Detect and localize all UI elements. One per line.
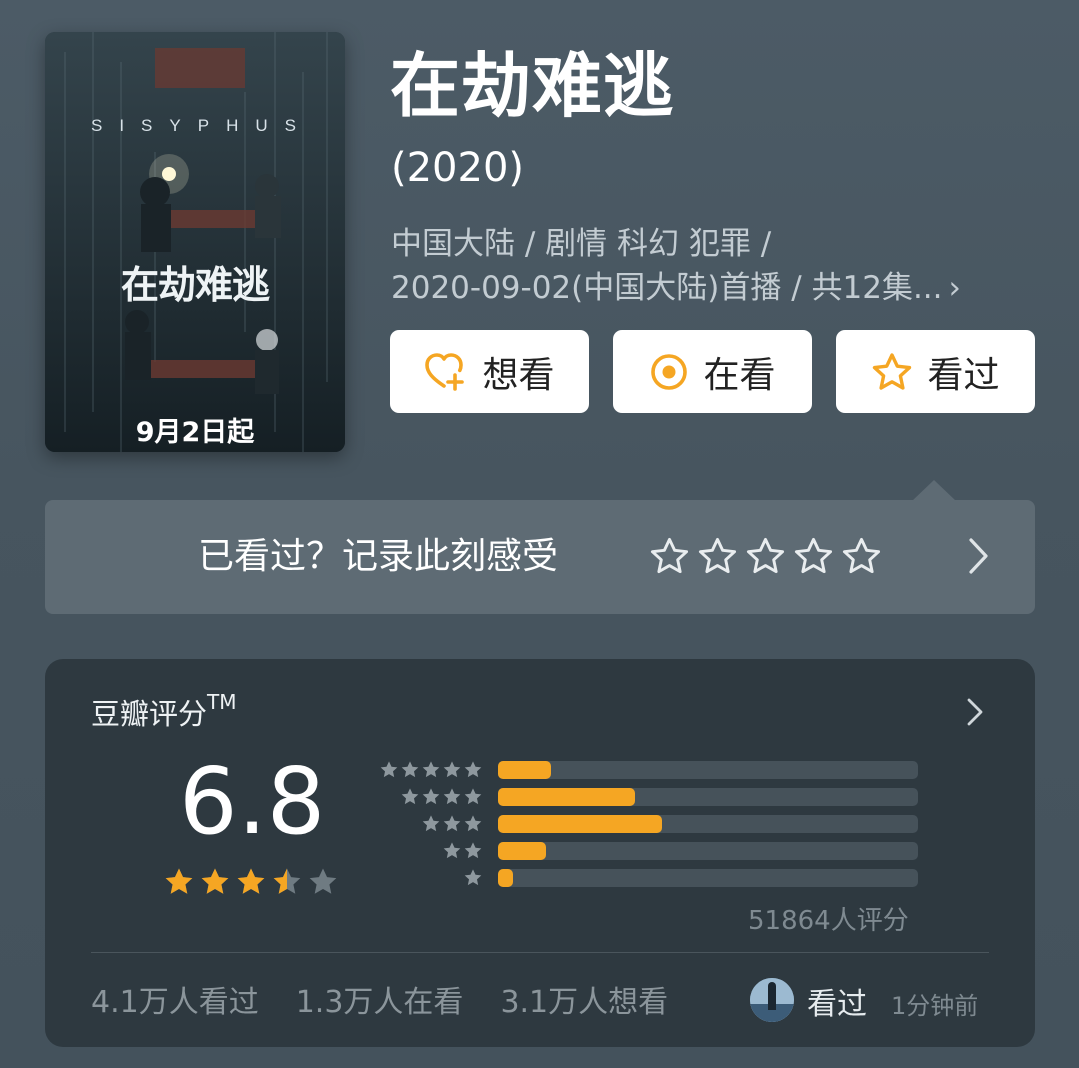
meta-info[interactable]: 中国大陆 / 剧情 科幻 犯罪 / 2020-09-02(中国大陆)首播 / 共… <box>391 222 1041 310</box>
star-small-icon <box>422 788 440 805</box>
distribution-track <box>498 869 918 887</box>
meta-line-release: 2020-09-02(中国大陆)首播 / 共12集... <box>391 270 943 306</box>
star-empty-icon <box>309 868 337 894</box>
star-filled-icon <box>201 868 229 894</box>
star-small-icon <box>443 761 461 778</box>
poster-date-caption: 9月2日起 <box>135 417 255 448</box>
page-title: 在劫难逃 <box>390 45 674 127</box>
poster-image[interactable]: SISYPHUS 在劫难逃 9月2日起 <box>45 32 345 452</box>
rating-card-title: 豆瓣评分TM <box>91 690 237 733</box>
want-to-watch-button[interactable]: 想看 <box>390 330 589 413</box>
star-small-icon <box>401 788 419 805</box>
distribution-bar <box>498 815 662 833</box>
record-caret <box>912 480 956 501</box>
star-small-icon <box>464 869 482 886</box>
poster-chinese-title: 在劫难逃 <box>120 263 270 307</box>
star-small-icon <box>464 842 482 859</box>
chevron-right-icon[interactable] <box>965 536 991 576</box>
rating-count: 51864人评分 <box>748 906 909 936</box>
heart-plus-icon <box>425 352 465 391</box>
distribution-bar <box>498 869 513 887</box>
star-small-icon <box>443 815 461 832</box>
watched-count: 4.1万人看过 <box>91 985 259 1020</box>
star-outline-icon[interactable] <box>841 536 882 576</box>
distribution-bar <box>498 788 635 806</box>
want-to-watch-label: 想看 <box>482 354 555 396</box>
star-half-icon <box>273 868 301 894</box>
star-outline-icon[interactable] <box>697 536 738 576</box>
poster-artwork <box>45 32 345 452</box>
meta-line-genre: 中国大陆 / 剧情 科幻 犯罪 / <box>391 226 772 262</box>
distribution-bar <box>498 842 546 860</box>
star-small-icon <box>422 761 440 778</box>
trademark-mark: TM <box>207 690 237 715</box>
rating-score: 6.8 <box>179 748 326 855</box>
distribution-stars <box>378 760 483 779</box>
release-year: (2020) <box>391 145 525 191</box>
poster-english-title: SISYPHUS <box>91 116 313 135</box>
watching-button[interactable]: 在看 <box>613 330 812 413</box>
star-outline-icon[interactable] <box>649 536 690 576</box>
star-small-icon <box>443 788 461 805</box>
divider <box>91 952 989 953</box>
star-filled-icon <box>237 868 265 894</box>
distribution-stars <box>441 841 483 860</box>
distribution-track <box>498 788 918 806</box>
target-circle-icon <box>651 353 688 390</box>
chevron-right-icon[interactable] <box>965 697 985 727</box>
watching-label: 在看 <box>703 354 776 396</box>
chevron-right-icon: › <box>948 270 961 306</box>
avatar-image <box>750 978 794 1022</box>
distribution-stars <box>399 787 483 806</box>
rating-stars <box>163 866 339 897</box>
watched-label: 看过 <box>927 354 1000 396</box>
distribution-track <box>498 815 918 833</box>
rate-stars[interactable] <box>649 536 882 576</box>
star-small-icon <box>380 761 398 778</box>
avatar[interactable] <box>750 978 794 1022</box>
rating-source-label: 豆瓣评分 <box>91 697 208 731</box>
star-small-icon <box>464 788 482 805</box>
star-outline-icon <box>873 352 912 390</box>
want-count: 3.1万人想看 <box>500 985 669 1020</box>
star-outline-icon[interactable] <box>793 536 834 576</box>
star-small-icon <box>464 761 482 778</box>
rate-prompt-text: 已看过？记录此刻感受 <box>198 536 559 577</box>
star-small-icon <box>422 815 440 832</box>
distribution-stars <box>462 868 483 887</box>
watching-count: 1.3万人在看 <box>295 985 464 1020</box>
star-outline-icon[interactable] <box>745 536 786 576</box>
distribution-stars <box>420 814 483 833</box>
friend-activity-time: 1分钟前 <box>891 992 979 1020</box>
star-filled-icon <box>165 868 193 894</box>
friend-activity-label: 看过 <box>807 987 867 1022</box>
star-small-icon <box>443 842 461 859</box>
rating-card[interactable]: 豆瓣评分TM 6.8 51864人评分 4.1万人看过 1.3万人在看 3.1万… <box>45 659 1035 1047</box>
watched-button[interactable]: 看过 <box>836 330 1035 413</box>
distribution-bar <box>498 761 551 779</box>
star-small-icon <box>401 761 419 778</box>
distribution-track <box>498 761 918 779</box>
distribution-track <box>498 842 918 860</box>
star-small-icon <box>464 815 482 832</box>
audience-stats: 4.1万人看过 1.3万人在看 3.1万人想看 <box>91 977 668 1021</box>
rate-prompt-bar[interactable]: 已看过？记录此刻感受 <box>45 500 1035 614</box>
